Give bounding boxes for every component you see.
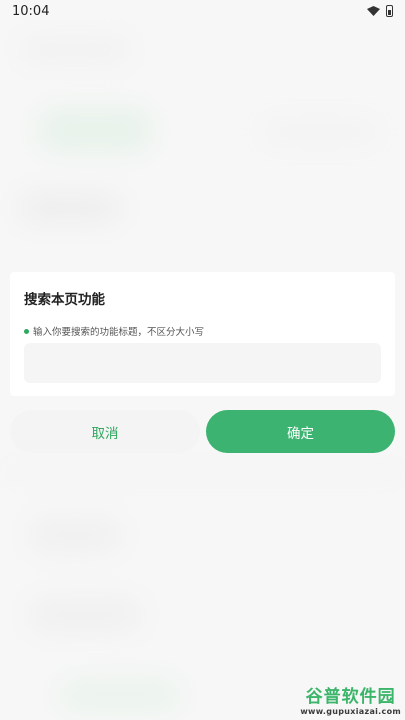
- search-dialog: 搜索本页功能 输入你要搜索的功能标题，不区分大小写: [10, 272, 395, 396]
- status-bar: 10:04: [0, 0, 405, 22]
- status-time: 10:04: [12, 3, 50, 19]
- cancel-button[interactable]: 取消: [10, 410, 200, 453]
- search-input[interactable]: [24, 343, 381, 383]
- dialog-title: 搜索本页功能: [24, 292, 105, 308]
- watermark-url: www.gupuxiazai.com: [300, 707, 401, 716]
- watermark-logo: 谷普软件园: [305, 687, 396, 707]
- hint-text: 输入你要搜索的功能标题，不区分大小写: [33, 327, 205, 338]
- confirm-button[interactable]: 确定: [206, 410, 395, 453]
- watermark: 谷普软件园 www.gupuxiazai.com: [300, 682, 401, 716]
- status-icons: [367, 5, 393, 17]
- hint-row: 输入你要搜索的功能标题，不区分大小写: [24, 324, 381, 338]
- hint-dot-icon: [24, 328, 29, 334]
- battery-icon: [386, 5, 393, 17]
- wifi-icon: [367, 6, 380, 16]
